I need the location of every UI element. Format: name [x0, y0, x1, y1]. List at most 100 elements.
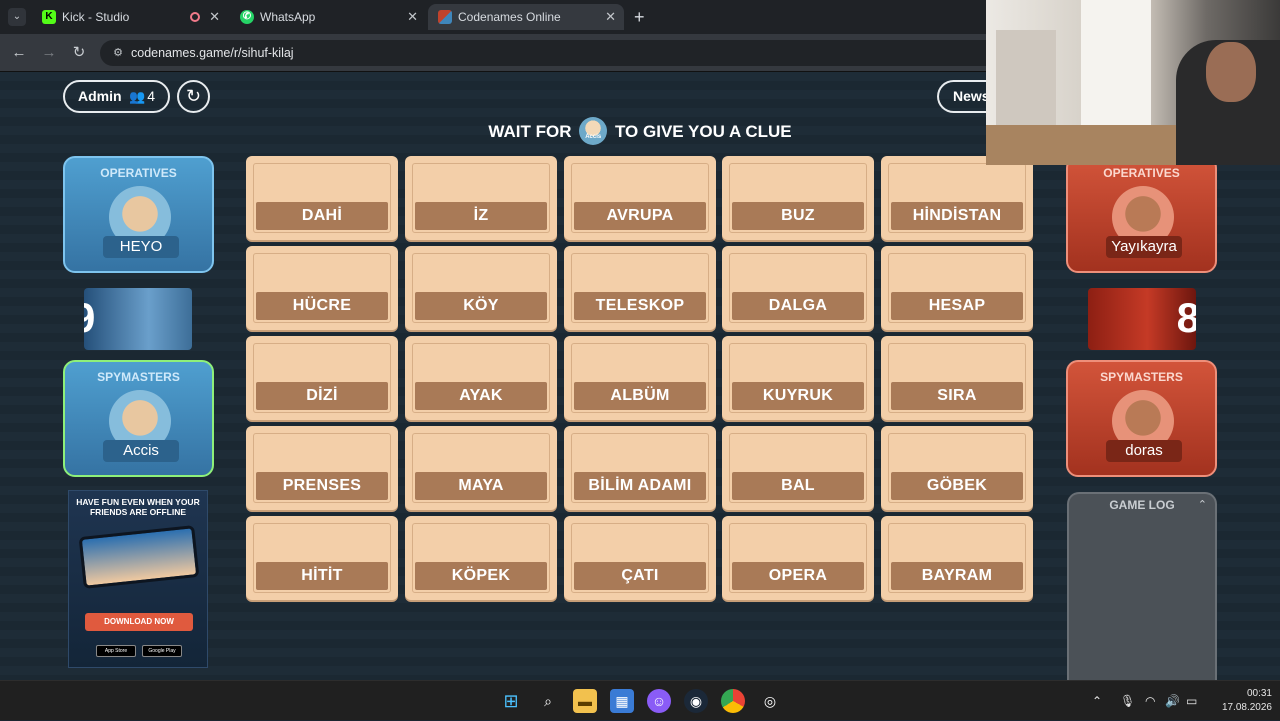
word-card[interactable]: AVRUPA [564, 156, 716, 240]
word-card[interactable]: HİNDİSTAN [881, 156, 1033, 240]
word-card[interactable]: ÇATI [564, 516, 716, 600]
tab-title: WhatsApp [260, 10, 316, 24]
admin-button[interactable]: Admin 👥 4 [63, 80, 170, 113]
volume-icon[interactable]: 🔊 [1165, 681, 1180, 721]
tab-whatsapp[interactable]: ✆ WhatsApp ✕ [230, 4, 426, 30]
phone-image [78, 525, 200, 589]
file-explorer-icon[interactable]: ▬ [573, 689, 597, 713]
ad-headline: HAVE FUN EVEN WHEN YOUR FRIENDS ARE OFFL… [76, 497, 200, 517]
spymaster-avatar: Accis [579, 116, 608, 145]
close-icon[interactable]: ✕ [209, 4, 220, 30]
card-word: HİTİT [256, 562, 388, 590]
card-word: ALBÜM [574, 382, 706, 410]
tab-codenames[interactable]: Codenames Online ✕ [428, 4, 624, 30]
tab-search-icon[interactable]: ⌄ [8, 8, 26, 26]
word-card[interactable]: DALGA [722, 246, 874, 330]
start-icon[interactable]: ⊞ [499, 689, 523, 713]
word-card[interactable]: TELESKOP [564, 246, 716, 330]
obs-icon[interactable]: ◎ [758, 689, 782, 713]
webcam-head [1206, 42, 1256, 102]
wifi-icon[interactable]: ◠ [1145, 681, 1155, 721]
admin-label: Admin [78, 88, 122, 104]
spymaster-avatar-name: Accis [585, 133, 602, 140]
webcam-table [986, 125, 1186, 165]
red-operatives-heading: OPERATIVES [1103, 166, 1180, 180]
card-word: GÖBEK [891, 472, 1023, 500]
red-operatives-panel[interactable]: OPERATIVES Yayıkayra [1066, 156, 1217, 273]
forward-arrow-icon[interactable]: → [39, 43, 59, 63]
red-operative-name: Yayıkayra [1106, 236, 1182, 258]
clock-date: 17.08.2026 [1221, 702, 1272, 713]
app-store-badge[interactable]: App Store [96, 645, 136, 657]
blue-score-card: 9 [84, 288, 192, 350]
windows-taskbar: ⊞ ⌕ ▬ ▦ ☺ ◉ ◎ ⌃ 🎙 ◠ 🔊 ▭ 00:31 17.08.2026 [0, 680, 1280, 720]
reset-button[interactable]: ↻ [177, 80, 210, 113]
app-ad-banner[interactable]: HAVE FUN EVEN WHEN YOUR FRIENDS ARE OFFL… [68, 490, 208, 668]
site-settings-icon[interactable]: ⚙ [110, 45, 126, 61]
card-word: HÜCRE [256, 292, 388, 320]
back-arrow-icon[interactable]: ← [9, 43, 29, 63]
clue-prefix: WAIT FOR [488, 122, 572, 141]
close-icon[interactable]: ✕ [407, 4, 418, 30]
card-word: AVRUPA [574, 202, 706, 230]
word-card[interactable]: KÖPEK [405, 516, 557, 600]
clue-suffix: TO GIVE YOU A CLUE [614, 122, 792, 141]
kick-icon: K [42, 10, 56, 24]
users-icon: 👥 [129, 89, 146, 104]
close-icon[interactable]: ✕ [605, 4, 616, 30]
microphone-icon[interactable]: 🎙 [1120, 681, 1135, 721]
word-card[interactable]: HESAP [881, 246, 1033, 330]
word-card[interactable]: BAYRAM [881, 516, 1033, 600]
battery-icon[interactable]: ▭ [1186, 681, 1197, 721]
card-word: BAYRAM [891, 562, 1023, 590]
word-card[interactable]: KÖY [405, 246, 557, 330]
clock-time: 00:31 [1246, 688, 1272, 699]
card-word: MAYA [415, 472, 547, 500]
red-spymasters-panel[interactable]: SPYMASTERS doras [1066, 360, 1217, 477]
google-play-badge[interactable]: Google Play [142, 645, 182, 657]
word-card[interactable]: BUZ [722, 156, 874, 240]
card-word: KÖPEK [415, 562, 547, 590]
word-card[interactable]: İZ [405, 156, 557, 240]
card-word: AYAK [415, 382, 547, 410]
word-card[interactable]: BİLİM ADAMI [564, 426, 716, 510]
word-card[interactable]: KUYRUK [722, 336, 874, 420]
steam-icon[interactable]: ◉ [684, 689, 708, 713]
new-tab-icon[interactable]: + [634, 4, 645, 30]
download-now-button[interactable]: DOWNLOAD NOW [85, 613, 193, 631]
url-text: codenames.game/r/sihuf-kilaj [131, 46, 294, 60]
word-card[interactable]: BAL [722, 426, 874, 510]
card-word: PRENSES [256, 472, 388, 500]
word-card[interactable]: ALBÜM [564, 336, 716, 420]
card-word: HESAP [891, 292, 1023, 320]
card-word: TELESKOP [574, 292, 706, 320]
word-card[interactable]: HÜCRE [246, 246, 398, 330]
store-icon[interactable]: ▦ [610, 689, 634, 713]
chevron-up-icon[interactable]: ⌃ [1092, 681, 1102, 721]
red-score-card: 8 [1088, 288, 1196, 350]
word-card[interactable]: GÖBEK [881, 426, 1033, 510]
card-word: DAHİ [256, 202, 388, 230]
word-card[interactable]: AYAK [405, 336, 557, 420]
app-icon[interactable]: ☺ [647, 689, 671, 713]
reset-icon: ↻ [185, 86, 202, 106]
url-field[interactable]: ⚙ codenames.game/r/sihuf-kilaj [100, 40, 1000, 66]
tab-kick-studio[interactable]: K Kick - Studio ✕ [32, 4, 228, 30]
chrome-icon[interactable] [721, 689, 745, 713]
search-icon[interactable]: ⌕ [536, 689, 560, 713]
reload-icon[interactable]: ↻ [69, 43, 89, 63]
word-card[interactable]: SIRA [881, 336, 1033, 420]
word-card[interactable]: MAYA [405, 426, 557, 510]
game-log-panel[interactable]: GAME LOG ⌃ [1067, 492, 1217, 680]
card-word: BUZ [732, 202, 864, 230]
card-word: ÇATI [574, 562, 706, 590]
blue-spymasters-panel[interactable]: SPYMASTERS Accis [63, 360, 214, 477]
chevron-up-icon[interactable]: ⌃ [1198, 498, 1207, 511]
word-card[interactable]: DAHİ [246, 156, 398, 240]
word-card[interactable]: OPERA [722, 516, 874, 600]
word-card[interactable]: PRENSES [246, 426, 398, 510]
system-clock[interactable]: 00:31 17.08.2026 [1212, 687, 1272, 715]
blue-operatives-panel[interactable]: OPERATIVES HEYO [63, 156, 214, 273]
word-card[interactable]: DİZİ [246, 336, 398, 420]
word-card[interactable]: HİTİT [246, 516, 398, 600]
